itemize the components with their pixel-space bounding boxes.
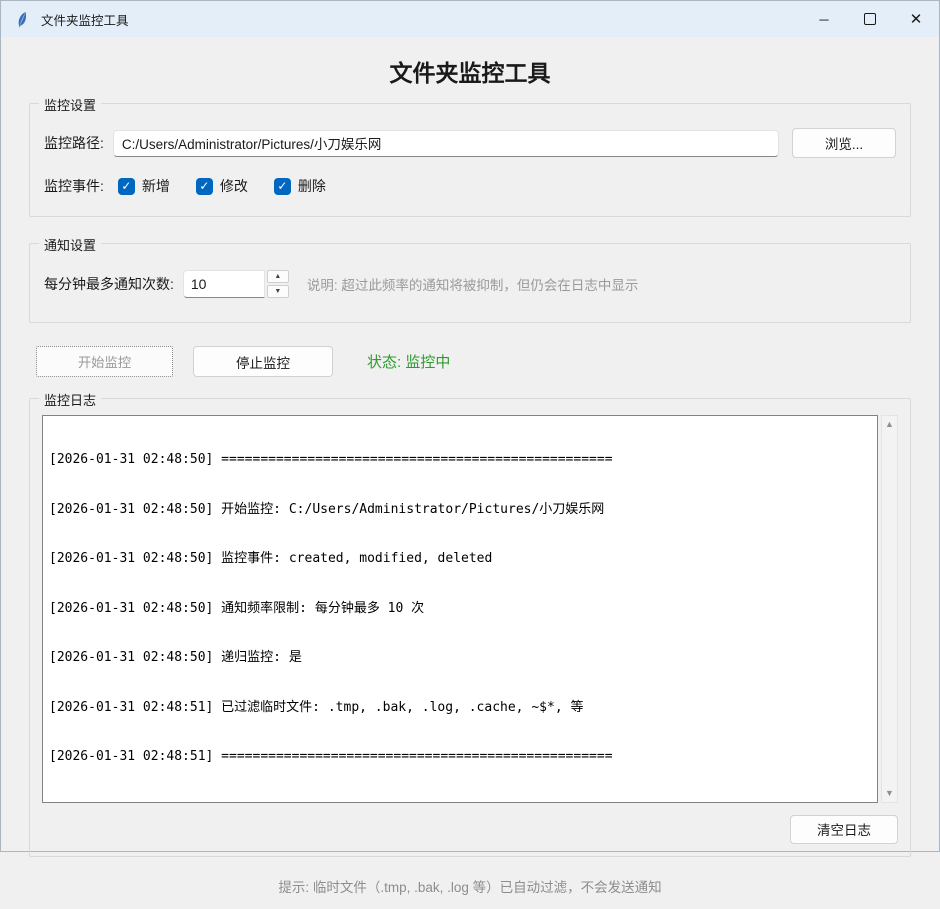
monitor-settings-group-label: 监控设置 xyxy=(39,95,101,114)
events-label: 监控事件: xyxy=(44,176,104,196)
event-label-created: 新增 xyxy=(142,176,170,196)
app-feather-icon xyxy=(14,11,31,28)
minimize-button[interactable]: ─ xyxy=(801,1,847,37)
scroll-down-icon[interactable]: ▼ xyxy=(885,789,894,798)
path-label: 监控路径: xyxy=(44,133,104,153)
spin-up-button[interactable]: ▲ xyxy=(267,270,289,283)
rate-spinbox: ▲ ▼ xyxy=(183,270,289,298)
app-window: 文件夹监控工具 ─ ✕ 文件夹监控工具 监控设置 监控路径: 浏览... 监控事… xyxy=(0,0,940,852)
notify-settings-group: 通知设置 每分钟最多通知次数: ▲ ▼ 说明: 超过此频率的通知将被抑制，但仍会… xyxy=(29,243,911,323)
log-line: [2026-01-31 02:48:50] 递归监控: 是 xyxy=(49,650,871,667)
window-title: 文件夹监控工具 xyxy=(41,10,129,29)
rate-input[interactable] xyxy=(183,270,265,298)
page-title: 文件夹监控工具 xyxy=(1,37,939,103)
close-button[interactable]: ✕ xyxy=(893,1,939,37)
spin-down-button[interactable]: ▼ xyxy=(267,285,289,298)
spin-up-icon: ▲ xyxy=(274,273,281,280)
log-group: 监控日志 [2026-01-31 02:48:50] =============… xyxy=(29,398,911,857)
checkbox-checked-icon: ✓ xyxy=(274,178,291,195)
log-line: [2026-01-31 02:48:50] 开始监控: C:/Users/Adm… xyxy=(49,502,871,519)
rate-label: 每分钟最多通知次数: xyxy=(44,274,174,294)
footer-hint: 提示: 临时文件（.tmp, .bak, .log 等）已自动过滤，不会发送通知 xyxy=(1,876,939,909)
stop-monitor-button[interactable]: 停止监控 xyxy=(193,346,333,377)
event-checkbox-created[interactable]: ✓ 新增 xyxy=(118,176,170,196)
log-line: [2026-01-31 02:48:50] 监控事件: created, mod… xyxy=(49,551,871,568)
checkbox-checked-icon: ✓ xyxy=(118,178,135,195)
clear-log-button[interactable]: 清空日志 xyxy=(790,815,898,844)
clear-row: 清空日志 xyxy=(42,815,898,844)
maximize-button[interactable] xyxy=(847,1,893,37)
close-icon: ✕ xyxy=(910,10,923,28)
notify-settings-group-label: 通知设置 xyxy=(39,235,101,254)
monitor-settings-group: 监控设置 监控路径: 浏览... 监控事件: ✓ 新增 ✓ 修改 ✓ 删除 xyxy=(29,103,911,217)
path-row: 监控路径: 浏览... xyxy=(30,104,910,158)
maximize-icon xyxy=(864,13,876,25)
log-line: [2026-01-31 02:48:51] ==================… xyxy=(49,749,871,766)
status-text: 状态: 监控中 xyxy=(367,351,450,372)
event-label-modified: 修改 xyxy=(220,176,248,196)
browse-button[interactable]: 浏览... xyxy=(792,128,896,158)
window-controls: ─ ✕ xyxy=(801,1,939,37)
titlebar: 文件夹监控工具 ─ ✕ xyxy=(1,1,939,37)
events-row: 监控事件: ✓ 新增 ✓ 修改 ✓ 删除 xyxy=(30,158,910,216)
rate-hint: 说明: 超过此频率的通知将被抑制，但仍会在日志中显示 xyxy=(307,274,639,294)
log-wrap: [2026-01-31 02:48:50] ==================… xyxy=(42,415,898,803)
spin-arrows: ▲ ▼ xyxy=(267,270,289,298)
rate-row: 每分钟最多通知次数: ▲ ▼ 说明: 超过此频率的通知将被抑制，但仍会在日志中显… xyxy=(30,244,910,322)
log-line: [2026-01-31 02:48:50] 通知频率限制: 每分钟最多 10 次 xyxy=(49,601,871,618)
event-label-deleted: 删除 xyxy=(298,176,326,196)
log-textarea[interactable]: [2026-01-31 02:48:50] ==================… xyxy=(42,415,878,803)
log-line: [2026-01-31 02:48:51] 已过滤临时文件: .tmp, .ba… xyxy=(49,700,871,717)
event-checkbox-deleted[interactable]: ✓ 删除 xyxy=(274,176,326,196)
minimize-icon: ─ xyxy=(819,12,828,27)
start-monitor-button[interactable]: 开始监控 xyxy=(36,346,173,377)
spin-down-icon: ▼ xyxy=(274,288,281,295)
log-scrollbar[interactable]: ▲ ▼ xyxy=(881,415,898,803)
log-group-label: 监控日志 xyxy=(39,390,101,409)
log-line: [2026-01-31 02:48:50] ==================… xyxy=(49,452,871,469)
checkbox-checked-icon: ✓ xyxy=(196,178,213,195)
controls-row: 开始监控 停止监控 状态: 监控中 xyxy=(36,346,911,377)
path-input[interactable] xyxy=(113,130,779,157)
event-checkbox-modified[interactable]: ✓ 修改 xyxy=(196,176,248,196)
scroll-up-icon[interactable]: ▲ xyxy=(885,420,894,429)
